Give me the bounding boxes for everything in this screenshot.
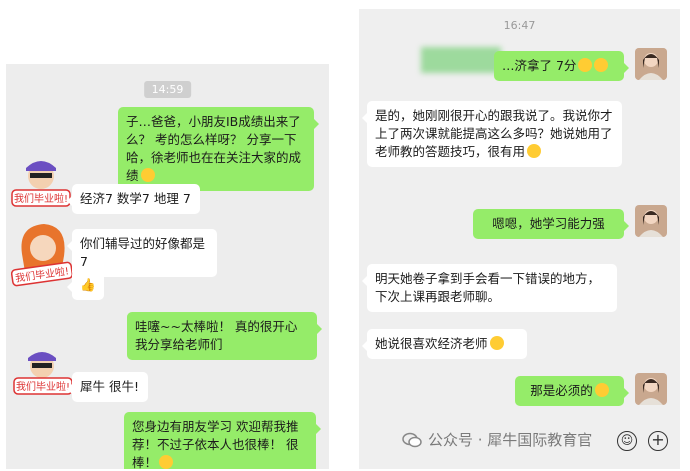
- watermark-text: 公众号 · 犀牛国际教育官: [428, 431, 593, 449]
- grin-emoji-icon: [578, 58, 593, 72]
- timestamp: 14:59: [143, 81, 192, 98]
- grin-emoji-icon: [594, 383, 609, 397]
- avatar[interactable]: [635, 205, 667, 237]
- avatar[interactable]: [635, 48, 667, 80]
- message-bubble[interactable]: 您身边有朋友学习 欢迎帮我推荐！不过子依本人也很棒！ 很棒！: [124, 412, 321, 469]
- redacted-blur: [421, 47, 501, 73]
- graduation-sticker: 我们毕业啦!: [12, 348, 74, 404]
- message-bubble[interactable]: 是的，她刚刚很开心的跟我说了。我说你才上了两次课就能提高这么多吗？她说她用了老师…: [362, 101, 622, 167]
- plus-icon[interactable]: +: [648, 431, 668, 451]
- message-text: 明天她卷子拿到手会看一下错误的地方，下次上课再跟老师聊。: [375, 271, 601, 304]
- smirk-emoji-icon: [527, 144, 542, 158]
- message-bubble[interactable]: 明天她卷子拿到手会看一下错误的地方，下次上课再跟老师聊。: [362, 264, 617, 312]
- message-bubble[interactable]: 嗯嗯，她学习能力强: [473, 209, 629, 239]
- message-text: 那是必须的: [530, 383, 593, 398]
- message-bubble[interactable]: 犀牛 很牛!: [67, 372, 148, 402]
- message-text: 你们辅导过的好像都是 7: [80, 236, 206, 269]
- message-bubble[interactable]: 👍: [67, 270, 104, 300]
- message-text: 她说很喜欢经济老师: [375, 336, 488, 351]
- message-bubble[interactable]: 她说很喜欢经济老师: [362, 329, 527, 359]
- message-bubble[interactable]: 经济7 数学7 地理 7: [67, 184, 200, 214]
- message-text: 是的，她刚刚很开心的跟我说了。我说你才上了两次课就能提高这么多吗？她说她用了老师…: [375, 108, 613, 159]
- message-bubble[interactable]: 子…爸爸，小朋友IB成绩出来了么？ 考的怎么样呀？ 分享一下哈，徐老师也在在关注…: [118, 107, 319, 191]
- message-bubble[interactable]: 哇噻~~太棒啦！ 真的很开心 我分享给老师们: [127, 312, 322, 360]
- left-chat-panel: 14:59 子…爸爸，小朋友IB成绩出来了么？ 考的怎么样呀？ 分享一下哈，徐老…: [6, 64, 329, 469]
- message-text: 哇噻~~太棒啦！ 真的很开心 我分享给老师们: [135, 319, 298, 352]
- wechat-logo-icon: [402, 432, 422, 448]
- thumbs-up-emoji: 👍: [80, 277, 96, 292]
- smile-emoji-icon: [159, 455, 174, 469]
- sticker-text: 我们毕业啦!: [14, 192, 68, 205]
- timestamp: 16:47: [503, 19, 536, 32]
- message-text: 经济7 数学7 地理 7: [80, 191, 191, 206]
- grin-emoji-icon: [594, 58, 609, 72]
- sticker-text: 我们毕业啦!: [16, 380, 70, 393]
- message-text: 嗯嗯，她学习能力强: [492, 216, 605, 231]
- message-text: 犀牛 很牛!: [80, 379, 139, 394]
- avatar[interactable]: [635, 373, 667, 405]
- message-bubble[interactable]: …济拿了 7分: [494, 51, 629, 81]
- message-text: 您身边有朋友学习 欢迎帮我推荐！不过子依本人也很棒！ 很棒！: [132, 419, 299, 469]
- graduation-sticker: 我们毕业啦!: [8, 154, 74, 216]
- smile-emoji-icon: [140, 168, 155, 182]
- girl-sticker: 我们毕业啦!: [8, 216, 76, 296]
- smirk-emoji-icon: [489, 336, 504, 350]
- emoji-icon[interactable]: ☺: [617, 431, 637, 451]
- message-text: …济拿了 7分: [502, 58, 577, 73]
- right-chat-panel: 16:47 …济拿了 7分 是的，她刚刚很开心的跟我说了。我说你才上了两次课就能…: [359, 9, 680, 469]
- message-bubble[interactable]: 那是必须的: [515, 376, 629, 406]
